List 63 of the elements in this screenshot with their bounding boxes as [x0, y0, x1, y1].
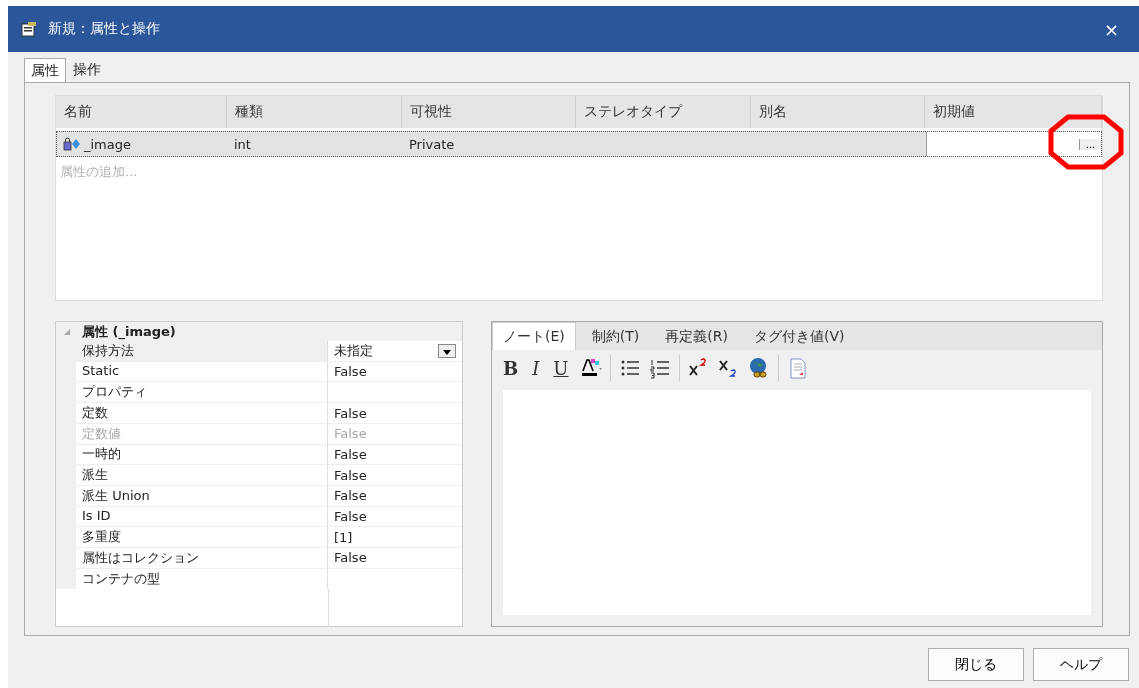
- tab[interactable]: 再定義(R): [655, 324, 738, 350]
- property-row[interactable]: プロパティ: [56, 382, 462, 404]
- property-value: False: [334, 405, 367, 421]
- property-label: 定数: [76, 403, 328, 425]
- property-value: False: [334, 467, 367, 483]
- column-header[interactable]: 可視性: [402, 96, 576, 128]
- tab[interactable]: 属性: [24, 58, 66, 82]
- property-value: [1]: [334, 529, 353, 545]
- property-row[interactable]: 一時的 False: [56, 444, 462, 466]
- column-header[interactable]: 別名: [751, 96, 925, 128]
- caret-icon: [443, 350, 451, 355]
- property-row[interactable]: 属性はコレクション False: [56, 547, 462, 569]
- property-value: 未指定: [334, 342, 373, 360]
- tab[interactable]: 制約(T): [581, 324, 650, 350]
- table-row[interactable]: _image int Private ...: [56, 131, 1102, 157]
- property-label: 一時的: [76, 444, 328, 466]
- dialog-button[interactable]: ヘルプ: [1033, 648, 1129, 681]
- property-value: False: [334, 446, 367, 462]
- property-value: False: [334, 364, 367, 380]
- tab[interactable]: 操作: [66, 57, 108, 82]
- property-label: 属性はコレクション: [76, 547, 328, 569]
- property-label: Static: [76, 361, 328, 383]
- text-color-icon: [579, 357, 602, 379]
- table-cell: int: [234, 136, 251, 152]
- ellipsis-button[interactable]: ...: [1079, 138, 1101, 150]
- tab[interactable]: タグ付き値(V): [743, 324, 855, 350]
- dialog-button[interactable]: 閉じる: [928, 648, 1024, 681]
- tab[interactable]: ノート(E): [492, 322, 576, 350]
- property-label: 定数値: [76, 423, 328, 445]
- property-label: 派生: [76, 465, 328, 487]
- underline-button[interactable]: U: [550, 357, 572, 379]
- property-row[interactable]: Is ID False: [56, 506, 462, 528]
- window-icon: [20, 20, 38, 38]
- table-cell: Private: [409, 136, 455, 152]
- property-row[interactable]: 定数 False: [56, 403, 462, 424]
- section-title: 属性 (_image): [82, 322, 176, 341]
- property-value: False: [334, 488, 367, 504]
- column-header[interactable]: 初期値: [925, 96, 1102, 128]
- property-label: 多重度: [76, 527, 328, 549]
- property-row[interactable]: 派生 False: [56, 465, 462, 486]
- table-cell: _image: [84, 136, 131, 152]
- globe-link-icon: [747, 357, 770, 379]
- dropdown-button[interactable]: [438, 344, 456, 358]
- property-row[interactable]: 保持方法 未指定: [56, 341, 462, 362]
- numbered-list-icon: [648, 357, 671, 379]
- bold-button[interactable]: B: [500, 357, 522, 379]
- property-label: Is ID: [76, 506, 328, 528]
- property-row[interactable]: 派生 Union False: [56, 485, 462, 507]
- column-header[interactable]: 名前: [56, 96, 227, 128]
- property-row[interactable]: 多重度 [1]: [56, 527, 462, 548]
- lock-icon: [63, 137, 81, 151]
- column-header[interactable]: ステレオタイプ: [576, 96, 751, 128]
- property-value: False: [334, 426, 367, 442]
- italic-button[interactable]: I: [529, 357, 543, 379]
- property-label: プロパティ: [76, 382, 328, 404]
- window-title: 新規：属性と操作: [48, 20, 161, 38]
- property-label: 保持方法: [76, 341, 328, 362]
- property-row[interactable]: Static False: [56, 361, 462, 383]
- property-label: 派生 Union: [76, 485, 328, 507]
- column-header[interactable]: 種類: [227, 96, 402, 128]
- property-value: False: [334, 508, 367, 524]
- property-value: False: [334, 550, 367, 566]
- close-button[interactable]: ×: [1095, 18, 1127, 40]
